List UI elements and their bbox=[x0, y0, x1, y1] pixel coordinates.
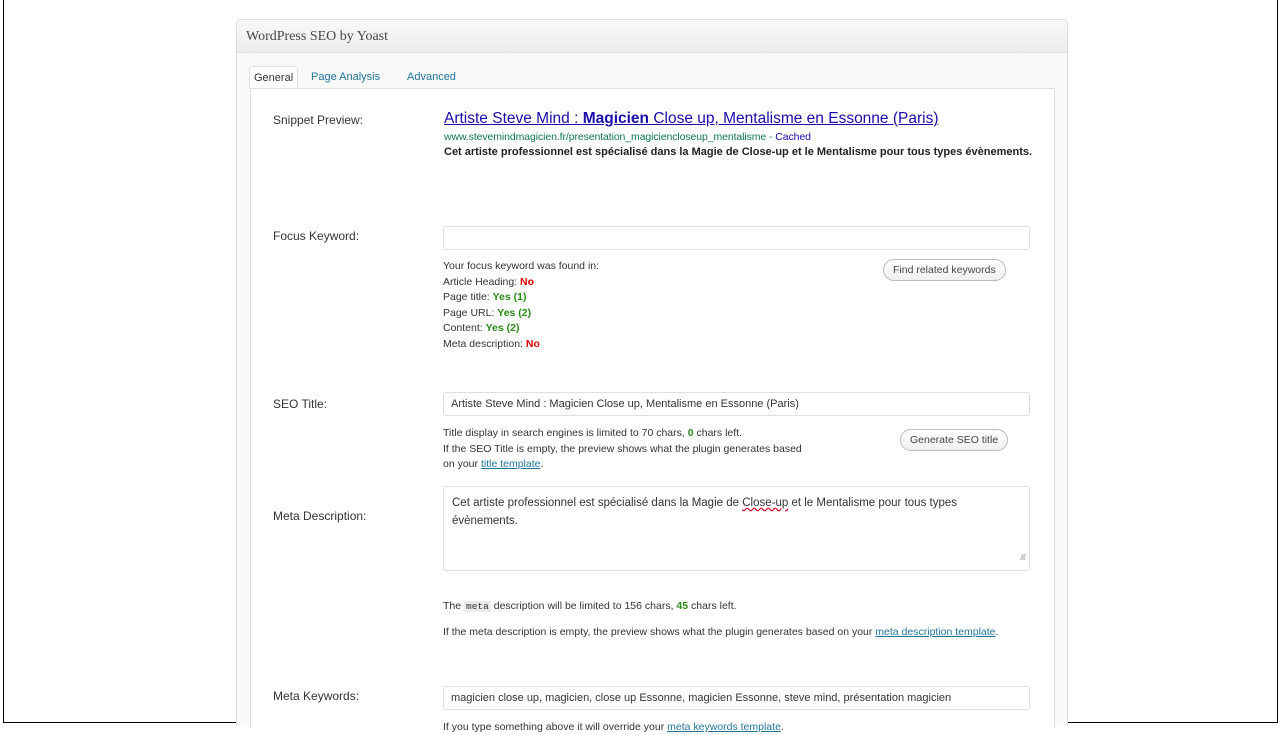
seo-title-limit: Title display in search engines is limit… bbox=[443, 426, 802, 442]
result-label: Page title: bbox=[443, 291, 493, 303]
result-label: Meta description: bbox=[443, 337, 526, 350]
help-text: If the meta description is empty, the pr… bbox=[443, 626, 876, 638]
yoast-seo-metabox: WordPress SEO by Yoast General Page Anal… bbox=[236, 19, 1068, 733]
seo-title-template-note: on your title template. bbox=[443, 457, 802, 473]
help-text: If you type something above it will over… bbox=[443, 721, 668, 733]
meta-description-textarea[interactable]: Cet artiste professionnel est spécialisé… bbox=[443, 486, 1030, 571]
seo-title-input[interactable]: Artiste Steve Mind : Magicien Close up, … bbox=[443, 392, 1030, 416]
meta-description-text: Cet artiste professionnel est spécialisé… bbox=[452, 497, 743, 509]
snippet-title-link[interactable]: Artiste Steve Mind : Magicien Close up, … bbox=[444, 110, 939, 128]
result-value: Yes (1) bbox=[492, 291, 527, 303]
help-text: on your bbox=[443, 458, 481, 470]
general-panel: Snippet Preview: Artiste Steve Mind : Ma… bbox=[250, 88, 1055, 733]
seo-title-label: SEO Title: bbox=[273, 397, 328, 411]
result-content: Content: Yes (2) bbox=[443, 321, 599, 337]
found-intro: Your focus keyword was found in: bbox=[443, 260, 600, 272]
metabox-title: WordPress SEO by Yoast bbox=[237, 20, 1067, 53]
meta-description-template-note: If the meta description is empty, the pr… bbox=[443, 625, 1003, 640]
snippet-description: Cet artiste professionnel est spécialisé… bbox=[444, 146, 1033, 158]
meta-keywords-help: If you type something above it will over… bbox=[443, 720, 784, 735]
focus-keyword-results: Your focus keyword was found in: Article… bbox=[443, 259, 599, 352]
misspelled-word: Close-up bbox=[742, 497, 789, 509]
meta-description-limit: The meta description will be limited to … bbox=[443, 599, 737, 614]
help-text: The bbox=[443, 600, 465, 612]
snippet-url-separator: - bbox=[766, 131, 776, 143]
result-value: Yes (2) bbox=[485, 322, 520, 334]
resize-handle-icon[interactable]: //// bbox=[1020, 549, 1026, 567]
help-text: . bbox=[995, 626, 999, 638]
snippet-title-start: Artiste Steve Mind : bbox=[444, 110, 583, 127]
help-text: chars left. bbox=[688, 600, 737, 612]
snippet-cached-link[interactable]: Cached bbox=[775, 131, 811, 143]
tab-page-analysis[interactable]: Page Analysis bbox=[307, 66, 384, 88]
help-text: Title display in search engines is limit… bbox=[443, 427, 688, 439]
meta-code: meta bbox=[464, 601, 491, 612]
meta-keywords-label: Meta Keywords: bbox=[273, 689, 360, 703]
seo-title-empty-note: If the SEO Title is empty, the preview s… bbox=[443, 442, 802, 455]
result-meta-description: Meta description: No bbox=[443, 337, 599, 353]
meta-keywords-input[interactable]: magicien close up, magicien, close up Es… bbox=[443, 686, 1030, 710]
title-template-link[interactable]: title template bbox=[481, 458, 541, 470]
result-article-heading: Article Heading: No bbox=[443, 275, 599, 291]
snippet-url: www.stevemindmagicien.fr/presentation_ma… bbox=[444, 131, 811, 143]
find-related-keywords-button[interactable]: Find related keywords bbox=[883, 259, 1006, 281]
seo-title-help: Title display in search engines is limit… bbox=[443, 426, 802, 473]
result-label: Page URL: bbox=[443, 306, 498, 319]
focus-keyword-input[interactable] bbox=[443, 226, 1030, 250]
meta-keywords-template-link[interactable]: meta keywords template bbox=[667, 721, 781, 733]
snippet-url-text: www.stevemindmagicien.fr/presentation_ma… bbox=[444, 131, 767, 143]
meta-description-template-link[interactable]: meta description template bbox=[875, 626, 995, 638]
help-text: . bbox=[540, 458, 544, 470]
result-value: No bbox=[525, 337, 540, 350]
result-value: No bbox=[520, 275, 535, 288]
snippet-title-keyword: Magicien bbox=[582, 110, 650, 127]
result-page-url: Page URL: Yes (2) bbox=[443, 306, 599, 322]
result-value: Yes (2) bbox=[497, 306, 532, 319]
tab-general[interactable]: General bbox=[249, 66, 299, 89]
help-text: . bbox=[780, 721, 784, 733]
description-chars-left: 45 bbox=[676, 600, 689, 612]
snippet-title-end: Close up, Mentalisme en Essonne (Paris) bbox=[649, 110, 939, 127]
meta-description-label: Meta Description: bbox=[273, 509, 367, 523]
result-label: Article Heading: bbox=[443, 275, 521, 288]
result-label: Content: bbox=[443, 322, 486, 334]
help-text: chars left. bbox=[693, 427, 743, 439]
snippet-preview-label: Snippet Preview: bbox=[273, 113, 364, 127]
tab-advanced[interactable]: Advanced bbox=[403, 66, 460, 88]
focus-keyword-label: Focus Keyword: bbox=[273, 229, 360, 243]
result-page-title: Page title: Yes (1) bbox=[443, 290, 599, 306]
help-text: description will be limited to 156 chars… bbox=[490, 600, 677, 612]
generate-seo-title-button[interactable]: Generate SEO title bbox=[900, 429, 1009, 451]
